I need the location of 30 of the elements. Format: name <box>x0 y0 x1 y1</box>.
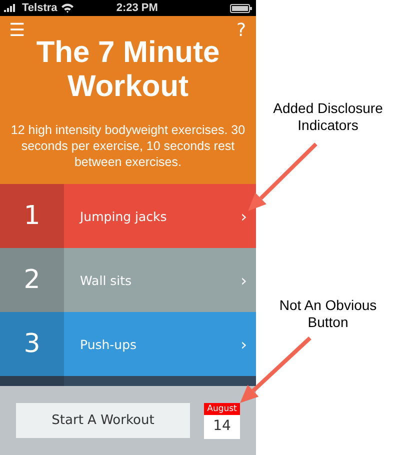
exercise-row[interactable] <box>0 376 256 386</box>
calendar-month: August <box>204 402 240 414</box>
exercise-name: Push-ups <box>79 336 138 352</box>
exercise-number: 3 <box>24 329 40 359</box>
annotation-text: Not An Obvious Button <box>278 297 378 331</box>
exercise-row[interactable]: 1 Jumping jacks › <box>0 184 256 248</box>
battery-icon <box>230 4 252 12</box>
wifi-icon <box>61 3 74 13</box>
calendar-button[interactable]: August 14 <box>204 402 240 438</box>
help-button[interactable]: ? <box>236 20 246 42</box>
signal-icon <box>4 4 18 12</box>
exercise-name: Wall sits <box>79 272 133 288</box>
app-title: The 7 Minute Workout <box>35 36 221 104</box>
chevron-icon: › <box>240 206 256 226</box>
chevron-icon: › <box>240 334 256 354</box>
annotation-text: Added Disclosure Indicators <box>272 100 384 134</box>
arrow <box>240 336 312 403</box>
start-workout-button[interactable]: Start A Workout <box>16 403 190 438</box>
chevron-icon: › <box>240 270 256 290</box>
menu-icon[interactable]: ☰ <box>9 20 26 42</box>
arrow <box>248 142 318 211</box>
exercise-name: Jumping jacks <box>78 208 168 224</box>
status-time: 2:23 PM <box>115 2 159 14</box>
exercise-number: 2 <box>24 265 40 295</box>
calendar-day: 14 <box>213 418 231 434</box>
exercise-row[interactable]: 2 Wall sits › <box>0 248 256 312</box>
description: 12 high intensity bodyweight exercises. 30 seconds per exercise, 10 seconds rest between exercises. <box>10 122 246 170</box>
exercise-number: 1 <box>24 201 40 231</box>
exercise-row[interactable]: 3 Push-ups › <box>0 312 256 376</box>
carrier-name: Telstra <box>22 2 58 14</box>
